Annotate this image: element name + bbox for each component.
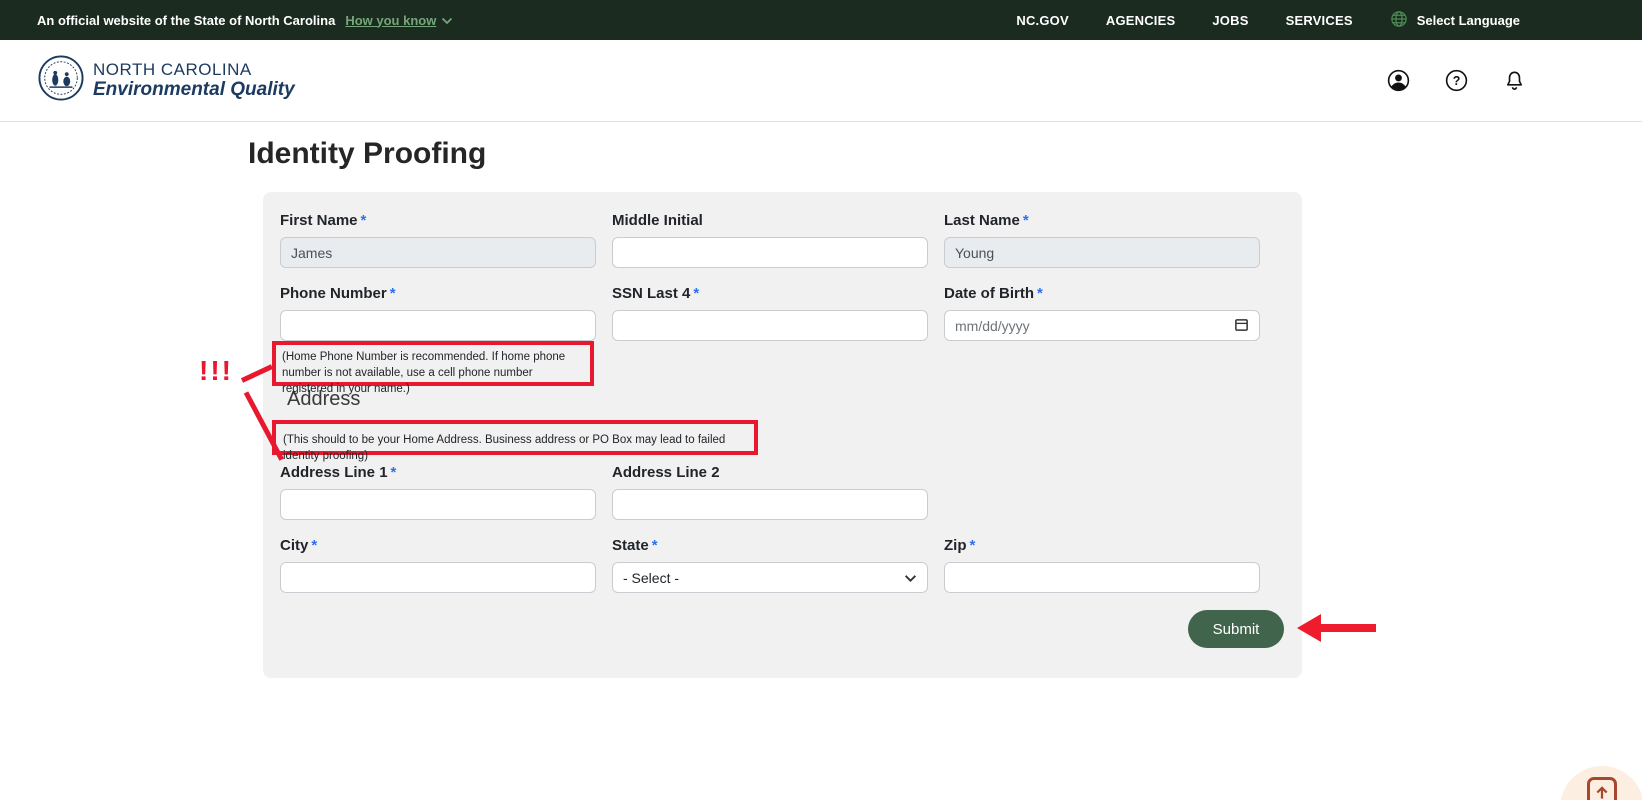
brand-agency-name: Environmental Quality [93,79,295,101]
address-line1-field-group: Address Line 1* [280,464,596,520]
agency-logo[interactable]: NORTH CAROLINA Environmental Quality [38,55,295,106]
date-placeholder: mm/dd/yyyy [955,318,1030,334]
nav-link-agencies[interactable]: AGENCIES [1106,13,1176,28]
last-name-input [944,237,1260,268]
screen: An official website of the State of Nort… [0,0,1642,800]
required-asterisk: * [1037,285,1043,302]
required-asterisk: * [652,537,658,554]
ssn-last4-label: SSN Last 4* [612,285,928,302]
ssn-last4-input[interactable] [612,310,928,341]
required-asterisk: * [361,212,367,229]
zip-field-group: Zip* [944,537,1260,593]
chevron-down-icon [904,570,917,586]
scroll-to-top-button[interactable] [1560,766,1642,800]
exclamation-annotation: !!! [199,355,233,387]
government-topbar: An official website of the State of Nort… [0,0,1642,40]
topbar-nav: NC.GOV AGENCIES JOBS SERVICES Select Lan… [1016,10,1642,31]
last-name-label: Last Name* [944,212,1260,229]
required-asterisk: * [1023,212,1029,229]
help-icon[interactable]: ? [1445,69,1468,92]
city-input[interactable] [280,562,596,593]
date-of-birth-field-group: Date of Birth* mm/dd/yyyy [944,285,1260,341]
zip-input[interactable] [944,562,1260,593]
address-line1-input[interactable] [280,489,596,520]
date-of-birth-label: Date of Birth* [944,285,1260,302]
nav-link-ncgov[interactable]: NC.GOV [1016,13,1068,28]
nc-state-seal-icon [38,55,84,106]
phone-note-highlight-box: (Home Phone Number is recommended. If ho… [272,341,594,386]
middle-initial-label: Middle Initial [612,212,928,229]
submit-arrow-annotation [1319,624,1376,632]
city-label: City* [280,537,596,554]
account-icon[interactable] [1387,69,1410,92]
address-note-highlight-box: (This should to be your Home Address. Bu… [272,420,758,455]
city-field-group: City* [280,537,596,593]
globe-icon [1390,10,1408,31]
state-select[interactable]: - Select - [612,562,928,593]
middle-initial-field-group: Middle Initial [612,212,928,268]
date-of-birth-input[interactable]: mm/dd/yyyy [944,310,1260,341]
select-language-label: Select Language [1417,13,1520,28]
chevron-down-icon [441,13,453,28]
brand-state-name: NORTH CAROLINA [93,60,295,80]
first-name-input [280,237,596,268]
phone-number-label: Phone Number* [280,285,596,302]
phone-number-input[interactable] [280,310,596,341]
calendar-icon[interactable] [1234,317,1249,335]
ssn-last4-field-group: SSN Last 4* [612,285,928,341]
first-name-label: First Name* [280,212,596,229]
topbar-left: An official website of the State of Nort… [0,13,453,28]
address-line2-input[interactable] [612,489,928,520]
middle-initial-input[interactable] [612,237,928,268]
submit-button[interactable]: Submit [1188,610,1284,648]
select-language-button[interactable]: Select Language [1390,10,1520,31]
site-header: NORTH CAROLINA Environmental Quality ? [0,40,1642,122]
notifications-bell-icon[interactable] [1503,69,1526,92]
page-title: Identity Proofing [248,137,486,171]
first-name-field-group: First Name* [280,212,596,268]
header-icons: ? [1387,69,1642,92]
nav-link-jobs[interactable]: JOBS [1212,13,1248,28]
address-line1-label: Address Line 1* [280,464,596,481]
nav-link-services[interactable]: SERVICES [1286,13,1353,28]
official-website-text: An official website of the State of Nort… [37,13,335,28]
address-line2-field-group: Address Line 2 [612,464,928,520]
required-asterisk: * [693,285,699,302]
required-asterisk: * [390,285,396,302]
phone-number-field-group: Phone Number* [280,285,596,341]
required-asterisk: * [970,537,976,554]
how-you-know-link[interactable]: How you know [345,13,453,28]
zip-label: Zip* [944,537,1260,554]
submit-arrow-annotation [1297,614,1321,642]
state-selected-value: - Select - [623,570,679,586]
how-you-know-label: How you know [345,13,436,28]
state-label: State* [612,537,928,554]
address-line2-label: Address Line 2 [612,464,928,481]
last-name-field-group: Last Name* [944,212,1260,268]
required-asterisk: * [311,537,317,554]
brand-text: NORTH CAROLINA Environmental Quality [93,60,295,101]
arrow-up-icon [1587,777,1617,800]
required-asterisk: * [391,464,397,481]
svg-text:?: ? [1453,74,1461,88]
state-field-group: State* - Select - [612,537,928,593]
